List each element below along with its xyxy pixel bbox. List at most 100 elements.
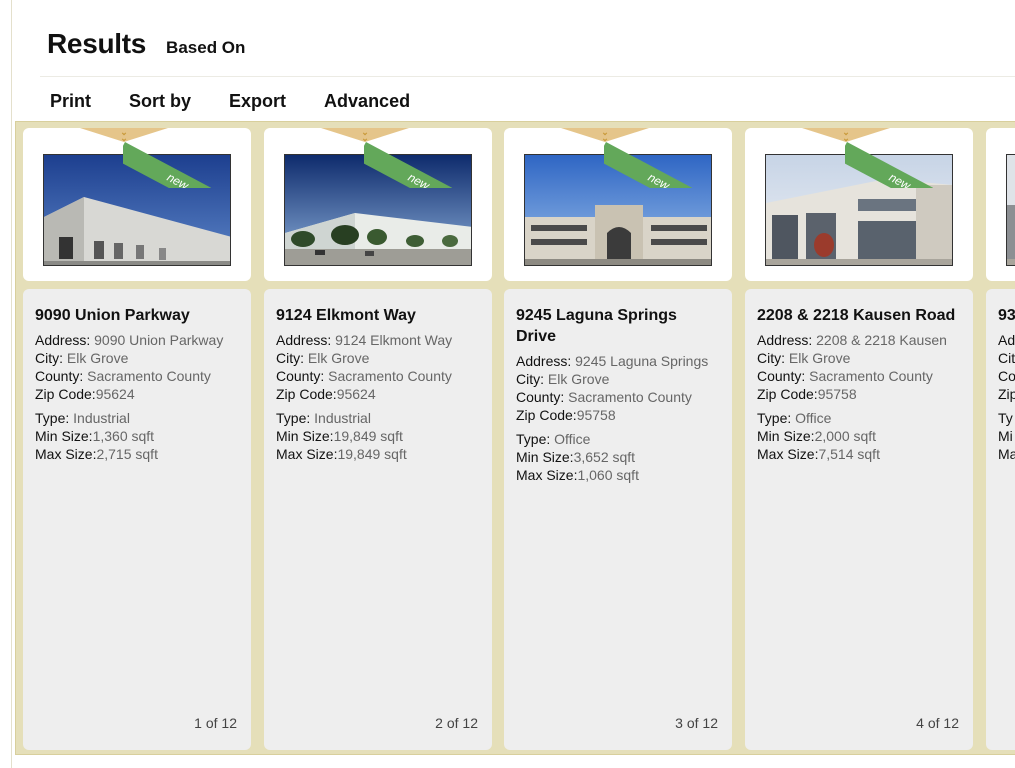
city-label: City: — [757, 350, 785, 366]
card-pager: 2 of 12 — [435, 715, 478, 731]
zip-label: Zip Code: — [516, 407, 577, 423]
property-image-panel — [986, 128, 1015, 281]
property-card[interactable]: ⌄ ⌄ new 9245 Laguna Springs Drive Address… — [504, 128, 732, 750]
type-label: Type: — [35, 410, 70, 426]
address-value: 9090 Union Parkway — [94, 332, 224, 348]
address-label: Address: — [516, 353, 572, 369]
property-card[interactable]: ⌄ ⌄ new 2208 & 2218 Kausen Road Address: … — [745, 128, 973, 750]
max-size-line: Max Size:19,849 sqft — [276, 445, 480, 463]
new-ribbon: new — [604, 128, 692, 188]
zip-line: Zip Code:95758 — [757, 385, 961, 403]
results-header: Results Based On — [47, 28, 245, 60]
city-value: Elk Grove — [66, 350, 129, 366]
address-line: Address: 9090 Union Parkway — [35, 331, 239, 349]
city-value: Elk Grove — [788, 350, 851, 366]
county-line: County: Sacramento County — [35, 367, 239, 385]
max-size-label: Max Size: — [35, 446, 97, 462]
new-badge: new — [123, 142, 211, 188]
address-value: 9124 Elkmont Way — [335, 332, 453, 348]
toolbar: Print Sort by Export Advanced — [50, 91, 448, 112]
advanced-button[interactable]: Advanced — [324, 91, 410, 112]
min-size-label: Min Size: — [35, 428, 93, 444]
max-size-label: Max Size: — [516, 467, 578, 483]
property-name[interactable]: 2208 & 2218 Kausen Road — [757, 305, 961, 326]
zip-value: 95624 — [95, 386, 135, 402]
property-image-panel: ⌄ ⌄ new — [23, 128, 251, 281]
address-line: Address: 9245 Laguna Springs — [516, 352, 720, 370]
property-card[interactable]: ⌄ ⌄ new 9124 Elkmont Way Address: 9124 E… — [264, 128, 492, 750]
zip-value: 95758 — [576, 407, 616, 423]
min-size-label: Mi — [998, 428, 1013, 444]
min-size-line: Mi — [998, 427, 1015, 445]
min-size-value: 1,360 sqft — [92, 428, 155, 444]
property-name[interactable]: 9090 Union Parkway — [35, 305, 239, 326]
property-details: 9124 Elkmont Way Address: 9124 Elkmont W… — [264, 289, 492, 750]
city-line: City: Elk Grove — [516, 370, 720, 388]
max-size-value: 1,060 sqft — [577, 467, 639, 483]
city-label: Cit — [998, 350, 1015, 366]
new-ribbon: new — [845, 128, 933, 188]
city-value: Elk Grove — [547, 371, 610, 387]
zip-line: Zip Code:95758 — [516, 406, 720, 424]
address-label: Address: — [35, 332, 91, 348]
zip-label: Zip Code: — [35, 386, 96, 402]
type-label: Type: — [276, 410, 311, 426]
property-name[interactable]: 9245 Laguna Springs Drive — [516, 305, 720, 347]
type-label: Type: — [516, 431, 551, 447]
county-label: County: — [276, 368, 325, 384]
address-line: Ad — [998, 331, 1015, 349]
address-line: Address: 9124 Elkmont Way — [276, 331, 480, 349]
address-label: Address: — [757, 332, 813, 348]
max-size-label: Max Size: — [757, 446, 819, 462]
county-label: Co — [998, 368, 1015, 384]
county-line: County: Sacramento County — [516, 388, 720, 406]
min-size-value: 3,652 sqft — [573, 449, 636, 465]
county-value: Sacramento County — [328, 368, 452, 384]
city-label: City: — [276, 350, 304, 366]
city-line: City: Elk Grove — [276, 349, 480, 367]
property-photo[interactable] — [1006, 154, 1015, 266]
county-line: County: Sacramento County — [276, 367, 480, 385]
min-size-value: 2,000 sqft — [814, 428, 877, 444]
print-button[interactable]: Print — [50, 91, 91, 112]
property-image-panel: ⌄ ⌄ new — [745, 128, 973, 281]
county-label: County: — [516, 389, 565, 405]
zip-line: Zip Code:95624 — [35, 385, 239, 403]
max-size-line: Ma — [998, 445, 1015, 463]
export-button[interactable]: Export — [229, 91, 286, 112]
zip-value: 95624 — [336, 386, 376, 402]
zip-value: 95758 — [817, 386, 857, 402]
max-size-value: 19,849 sqft — [337, 446, 407, 462]
property-name[interactable]: 9124 Elkmont Way — [276, 305, 480, 326]
sort-by-button[interactable]: Sort by — [129, 91, 191, 112]
property-details: 9090 Union Parkway Address: 9090 Union P… — [23, 289, 251, 750]
card-pager: 4 of 12 — [916, 715, 959, 731]
property-image-panel: ⌄ ⌄ new — [264, 128, 492, 281]
property-card[interactable]: ⌄ ⌄ new 9090 Union Parkway Address: 9090 … — [23, 128, 251, 750]
type-line: Ty — [998, 409, 1015, 427]
type-label: Ty — [998, 410, 1013, 426]
new-badge: new — [845, 142, 933, 188]
type-label: Type: — [757, 410, 792, 426]
zip-label: Zip Code: — [276, 386, 337, 402]
page-subtitle: Based On — [166, 38, 246, 57]
max-size-line: Max Size:7,514 sqft — [757, 445, 961, 463]
type-line: Type: Industrial — [35, 409, 239, 427]
zip-label: Zip — [998, 386, 1015, 402]
max-size-label: Max Size: — [276, 446, 338, 462]
county-line: Co — [998, 367, 1015, 385]
county-line: County: Sacramento County — [757, 367, 961, 385]
new-ribbon: new — [364, 128, 452, 188]
new-ribbon: new — [123, 128, 211, 188]
type-value: Office — [795, 410, 832, 426]
property-name[interactable]: 93 — [998, 305, 1015, 326]
county-value: Sacramento County — [809, 368, 933, 384]
type-value: Industrial — [314, 410, 371, 426]
new-badge: new — [604, 142, 692, 188]
min-size-label: Min Size: — [276, 428, 334, 444]
max-size-line: Max Size:1,060 sqft — [516, 466, 720, 484]
max-size-label: Ma — [998, 446, 1015, 462]
property-card[interactable]: 93 Ad Cit Co Zip Ty Mi Ma — [986, 128, 1015, 750]
zip-line: Zip — [998, 385, 1015, 403]
city-line: Cit — [998, 349, 1015, 367]
